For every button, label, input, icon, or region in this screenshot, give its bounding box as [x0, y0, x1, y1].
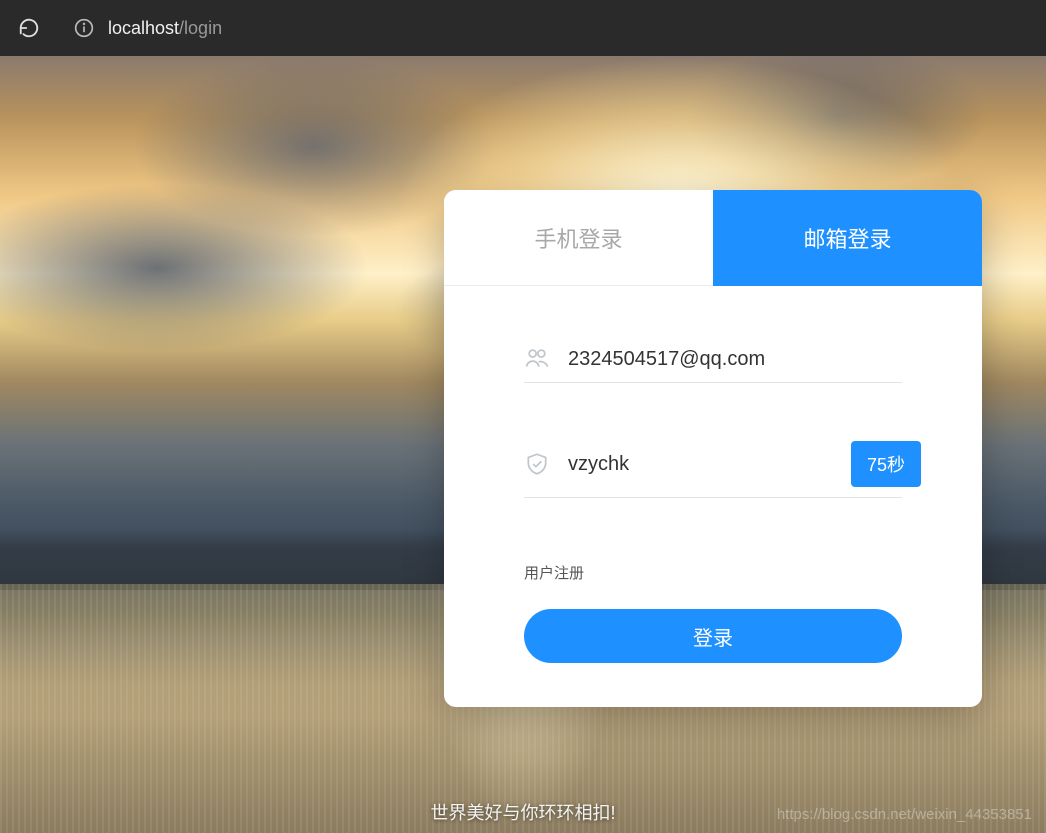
login-card: 手机登录 邮箱登录 75秒 用户注册 登录: [444, 190, 982, 707]
address-bar[interactable]: localhost/login: [60, 10, 1028, 46]
user-icon: [524, 346, 550, 372]
code-field-row: 75秒: [524, 431, 902, 498]
tab-phone-login[interactable]: 手机登录: [444, 190, 713, 286]
login-tabs: 手机登录 邮箱登录: [444, 190, 982, 286]
email-input[interactable]: [568, 348, 902, 371]
tab-email-login[interactable]: 邮箱登录: [713, 190, 982, 286]
url-text: localhost/login: [108, 18, 222, 39]
page-content: 手机登录 邮箱登录 75秒 用户注册 登录: [0, 56, 1046, 833]
browser-toolbar: localhost/login: [0, 0, 1046, 56]
site-info-icon[interactable]: [74, 18, 94, 38]
login-button[interactable]: 登录: [524, 609, 902, 663]
register-link[interactable]: 用户注册: [524, 562, 584, 583]
countdown-button[interactable]: 75秒: [851, 441, 921, 487]
tab-phone-label: 手机登录: [534, 222, 622, 254]
email-field-row: [524, 336, 902, 383]
tab-email-label: 邮箱登录: [803, 222, 891, 254]
reload-icon[interactable]: [18, 17, 40, 39]
shield-icon: [524, 451, 550, 477]
login-form: 75秒 用户注册 登录: [444, 286, 982, 707]
verification-code-input[interactable]: [568, 453, 833, 476]
